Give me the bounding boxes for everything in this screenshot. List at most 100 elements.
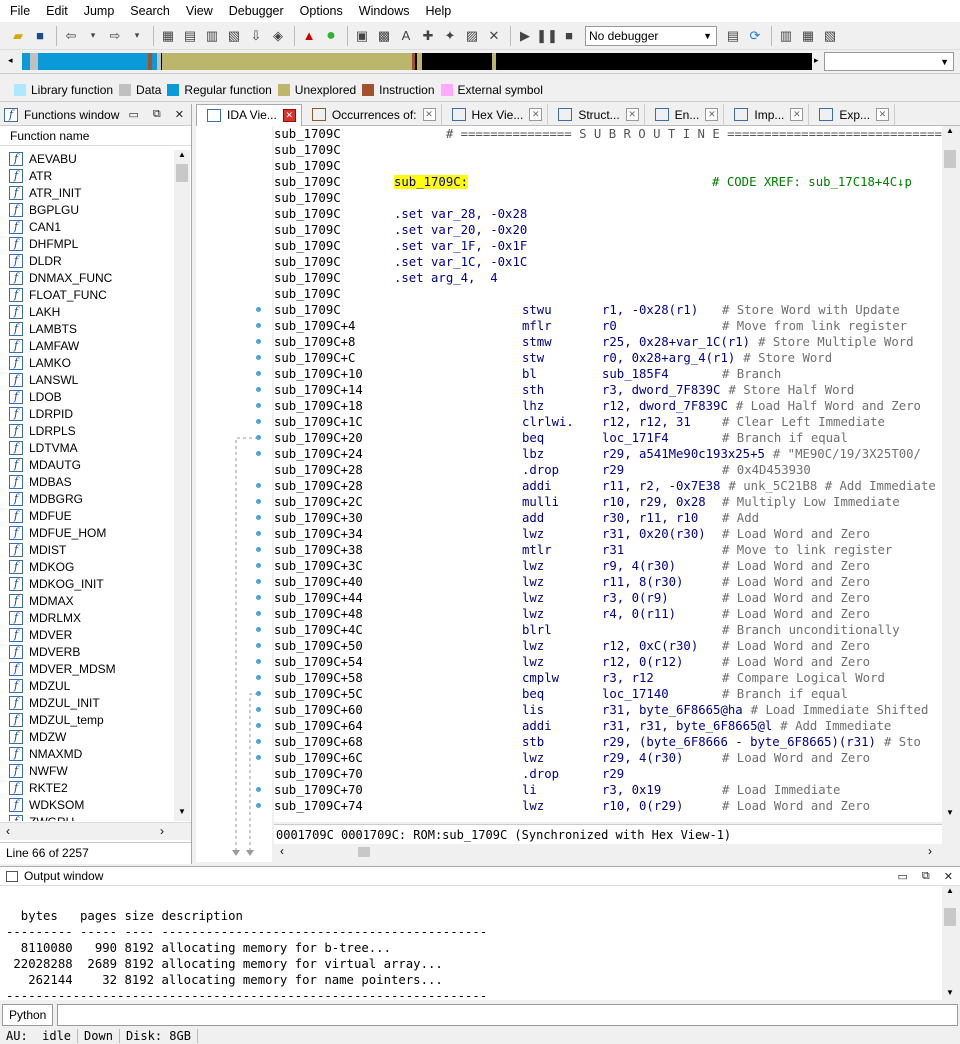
watch-icon[interactable]: ▦ xyxy=(798,26,818,46)
function-list-item[interactable]: f MDVER_MDSM xyxy=(0,660,174,677)
function-label[interactable]: sub_1709C: xyxy=(394,175,469,189)
function-list-item[interactable]: f MDFUE xyxy=(0,507,174,524)
disasm-line[interactable]: sub_1709C # =============== S U B R O U … xyxy=(274,126,942,142)
function-list-item[interactable]: f RKTE2 xyxy=(0,779,174,796)
function-list-item[interactable]: f LAMBTS xyxy=(0,320,174,337)
disasm-line[interactable]: sub_1709C+28 .drop r29 # 0x4D453930 xyxy=(274,462,942,478)
function-list-item[interactable]: f DNMAX_FUNC xyxy=(0,269,174,286)
function-list-item[interactable]: f LAKH xyxy=(0,303,174,320)
disasm-line[interactable]: sub_1709C xyxy=(274,190,942,206)
scroll-down-icon[interactable]: ▼ xyxy=(174,807,190,821)
menu-debugger[interactable]: Debugger xyxy=(221,4,292,18)
function-list-item[interactable]: f MDBAS xyxy=(0,473,174,490)
menu-file[interactable]: File xyxy=(2,4,38,18)
function-list-item[interactable]: f MDIST xyxy=(0,541,174,558)
disasm-line[interactable]: sub_1709C+44 lwz r3, 0(r9) # Load Word and … xyxy=(274,590,942,606)
function-list-item[interactable]: f MDRLMX xyxy=(0,609,174,626)
function-list-item[interactable]: f MDZW xyxy=(0,728,174,745)
close-icon[interactable]: ✕ xyxy=(625,108,639,121)
stop-icon[interactable]: ■ xyxy=(559,26,579,46)
save-icon[interactable]: ■ xyxy=(30,26,50,46)
open-icon[interactable]: ▰ xyxy=(8,26,28,46)
close-icon[interactable]: ✕ xyxy=(944,870,953,883)
back-icon[interactable]: ⇦ xyxy=(61,26,81,46)
tab-3[interactable]: Struct... ✕ xyxy=(548,103,645,126)
scroll-up-icon[interactable]: ▲ xyxy=(942,886,958,898)
disasm-line[interactable]: sub_1709C .set var_1C, -0x1C xyxy=(274,254,942,270)
jump-down-icon[interactable]: ⇩ xyxy=(246,26,266,46)
disasm-line[interactable]: sub_1709C+34 lwz r31, 0x20(r30) # Load Word… xyxy=(274,526,942,542)
scroll-thumb[interactable] xyxy=(176,164,188,182)
function-list-item[interactable]: f LDRPLS xyxy=(0,422,174,439)
step-icon[interactable]: ▤ xyxy=(723,26,743,46)
disasm-line[interactable]: sub_1709C+74 lwz r10, 0(r29) # Load Word an… xyxy=(274,798,942,814)
forward-icon[interactable]: ⇨ xyxy=(105,26,125,46)
function-list-item[interactable]: f NWFW xyxy=(0,762,174,779)
make-data-icon[interactable]: ▩ xyxy=(374,26,394,46)
function-list-item[interactable]: f MDZUL xyxy=(0,677,174,694)
make-string-icon[interactable]: A xyxy=(396,26,416,46)
close-icon[interactable]: ✕ xyxy=(175,108,184,121)
minimize-icon[interactable]: ▭ xyxy=(898,870,908,883)
play-icon[interactable]: ▶ xyxy=(515,26,535,46)
disasm-line[interactable]: sub_1709C+40 lwz r11, 8(r30) # Load Word an… xyxy=(274,574,942,590)
undefine-icon[interactable]: ✦ xyxy=(440,26,460,46)
disasm-line[interactable]: sub_1709C+3C lwz r9, 4(r30) # Load Word and… xyxy=(274,558,942,574)
output-window-body[interactable]: bytes pages size description --------- --… xyxy=(0,886,942,1003)
debugger-select[interactable]: No debugger ▼ xyxy=(585,25,717,46)
disasm-line[interactable]: sub_1709C+1C clrlwi. r12, r12, 31 # Clear L… xyxy=(274,414,942,430)
disasm-line[interactable]: sub_1709C+50 lwz r12, 0xC(r30) # Load Word … xyxy=(274,638,942,654)
disasm-line[interactable]: sub_1709C+68 stb r29, (byte_6F8666 - byte_… xyxy=(274,734,942,750)
disasm-line[interactable]: sub_1709C+58 cmplw r3, r12 # Compare Logica… xyxy=(274,670,942,686)
function-list-item[interactable]: f DHFMPL xyxy=(0,235,174,252)
disasm-line[interactable]: sub_1709C+4C blrl # Branch unconditionally xyxy=(274,622,942,638)
disasm-line[interactable]: sub_1709C .set var_1F, -0x1F xyxy=(274,238,942,254)
disasm-line[interactable]: sub_1709C xyxy=(274,158,942,174)
scroll-thumb[interactable] xyxy=(358,847,370,857)
menu-options[interactable]: Options xyxy=(292,4,351,18)
code-xref-comment[interactable]: # CODE XREF: sub_17C18+4C↓p xyxy=(712,175,912,189)
disasm-line[interactable]: sub_1709C+30 add r30, r11, r10 # Add xyxy=(274,510,942,526)
close-icon[interactable]: ✕ xyxy=(790,108,804,121)
function-list-item[interactable]: f MDZUL_temp xyxy=(0,711,174,728)
function-list-item[interactable]: f DLDR xyxy=(0,252,174,269)
disasm-line[interactable]: sub_1709C .set arg_4, 4 xyxy=(274,270,942,286)
close-icon[interactable]: ✕ xyxy=(422,108,436,121)
disasm-line[interactable]: sub_1709C+2C mulli r10, r29, 0x28 # Multipl… xyxy=(274,494,942,510)
function-name-column-header[interactable]: Function name xyxy=(0,126,191,146)
menu-search[interactable]: Search xyxy=(122,4,178,18)
make-array-icon[interactable]: ✚ xyxy=(418,26,438,46)
function-list-item[interactable]: f BGPLGU xyxy=(0,201,174,218)
tab-2[interactable]: Hex Vie... ✕ xyxy=(442,103,549,126)
function-list-item[interactable]: f LDTVMA xyxy=(0,439,174,456)
function-list-item[interactable]: f ATR_INIT xyxy=(0,184,174,201)
pause-icon[interactable]: ❚❚ xyxy=(536,26,558,46)
scroll-up-icon[interactable]: ▲ xyxy=(942,126,958,140)
cross-icon[interactable]: ✕ xyxy=(484,26,504,46)
scroll-thumb[interactable] xyxy=(944,908,956,926)
binary-icon[interactable]: ▦ xyxy=(158,26,178,46)
disasm-line[interactable]: sub_1709C+C stw r0, 0x28+arg_4(r1) # Store … xyxy=(274,350,942,366)
disasm-line[interactable]: sub_1709C stwu r1, -0x28(r1) # Store Word w… xyxy=(274,302,942,318)
run-green-icon[interactable]: ● xyxy=(321,26,341,46)
disasm-line[interactable]: sub_1709C+8 stmw r25, 0x28+var_1C(r1) # Sto… xyxy=(274,334,942,350)
functions-hscrollbar[interactable]: ‹ › xyxy=(0,822,191,840)
disasm-line[interactable]: sub_1709C+18 lhz r12, dword_7F839C # Load H… xyxy=(274,398,942,414)
scroll-down-icon[interactable]: ▼ xyxy=(942,988,958,1000)
disasm-line[interactable]: sub_1709C+10 bl sub_185F4 # Branch xyxy=(274,366,942,382)
ida-view-disassembly[interactable]: sub_1709C # =============== S U B R O U … xyxy=(274,126,942,822)
nav-select[interactable]: ▼ xyxy=(824,52,954,71)
menu-help[interactable]: Help xyxy=(417,4,459,18)
disasm-line[interactable]: sub_1709C+70 li r3, 0x19 # Load Immediate xyxy=(274,782,942,798)
tab-6[interactable]: Exp... ✕ xyxy=(809,103,896,126)
close-icon[interactable]: ✕ xyxy=(529,108,543,121)
function-list-item[interactable]: f ZWGRU xyxy=(0,813,174,821)
scroll-thumb[interactable] xyxy=(944,150,956,168)
scroll-up-icon[interactable]: ▲ xyxy=(174,150,190,164)
text-search-icon[interactable]: ▤ xyxy=(180,26,200,46)
forward-dropdown-icon[interactable]: ▾ xyxy=(127,26,147,46)
python-button[interactable]: Python xyxy=(2,1004,54,1026)
scroll-down-icon[interactable]: ▼ xyxy=(942,808,958,822)
disasm-line[interactable]: sub_1709C sub_1709C: # CODE XREF: sub_17C1… xyxy=(274,174,942,190)
disasm-line[interactable]: sub_1709C+4 mflr r0 # Move from link regist… xyxy=(274,318,942,334)
